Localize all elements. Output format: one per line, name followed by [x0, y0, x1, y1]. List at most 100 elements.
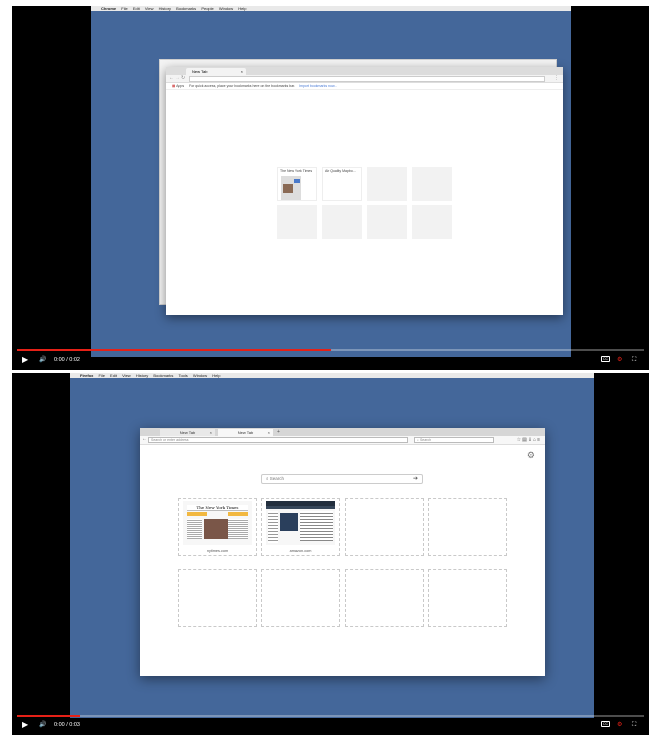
menu-view[interactable]: View — [145, 6, 154, 11]
tab-new-tab-2[interactable]: New Tab × — [218, 429, 273, 436]
video-player-bottom[interactable]: Firefox File Edit View History Bookmarks… — [12, 373, 649, 735]
search-bar[interactable]: ⌕ Search — [414, 437, 494, 443]
tile-thumbnail: The New York Times — [183, 501, 252, 545]
tile-empty — [428, 498, 507, 556]
fullscreen-icon[interactable]: ⛶ — [632, 720, 636, 730]
newtab-search-input[interactable]: ⌕ Search ➔ — [261, 474, 423, 484]
menu-file[interactable]: File — [121, 6, 127, 11]
menu-view[interactable]: View — [122, 373, 131, 378]
menu-tools[interactable]: Tools — [178, 373, 187, 378]
play-icon[interactable]: ▶ — [22, 355, 28, 365]
bookmarks-hint: For quick access, place your bookmarks h… — [189, 84, 296, 88]
tile-name: amazon.com — [289, 549, 312, 553]
desktop: Chrome File Edit View History Bookmarks … — [91, 6, 571, 357]
tile-empty — [367, 167, 407, 201]
tile-name: nytimes.com — [206, 549, 229, 553]
tile-label: The New York Times — [280, 169, 313, 173]
progress-bar[interactable] — [17, 349, 644, 351]
chrome-toolbar: ← → ↻ ⋮ — [166, 75, 563, 83]
search-bar-placeholder: Search — [419, 438, 432, 442]
tile-empty — [261, 569, 340, 627]
tab-title: New Tab — [179, 430, 196, 435]
back-icon[interactable]: ← — [169, 75, 174, 81]
close-tab-icon[interactable]: × — [210, 429, 212, 436]
firefox-toolbar: ← Search or enter address ⌕ Search ☆▤⇓⌂≡ — [140, 436, 545, 445]
tab-title: New Tab — [237, 430, 254, 435]
omnibox[interactable] — [189, 76, 545, 82]
play-icon[interactable]: ▶ — [22, 720, 28, 730]
chrome-window: New Tab × ← → ↻ ⋮ ▦ Apps For quick acces… — [166, 67, 563, 315]
nyt-masthead: The New York Times — [187, 505, 248, 511]
firefox-tab-bar: New Tab × New Tab × + — [140, 428, 545, 443]
tile-empty — [178, 569, 257, 627]
tile-amazon[interactable]: amazon.com — [261, 498, 340, 556]
cc-icon[interactable]: CC — [601, 720, 610, 730]
menu-window[interactable]: Window — [219, 6, 233, 11]
settings-icon[interactable]: ⚙ — [617, 720, 622, 730]
tile-thumbnail — [281, 176, 301, 200]
time-display: 0:00 / 0:02 — [54, 357, 80, 363]
menu-people[interactable]: People — [201, 6, 213, 11]
tile-nytimes[interactable]: The New York Times nytimes.com — [178, 498, 257, 556]
time-display: 0:00 / 0:03 — [54, 722, 80, 728]
video-player-top[interactable]: Chrome File Edit View History Bookmarks … — [12, 6, 649, 370]
progress-fill — [17, 349, 331, 351]
fullscreen-icon[interactable]: ⛶ — [632, 355, 636, 365]
tab-title: New Tab — [192, 69, 208, 74]
menu-edit[interactable]: Edit — [110, 373, 117, 378]
menu-help[interactable]: Help — [238, 6, 246, 11]
menu-bookmarks[interactable]: Bookmarks — [153, 373, 173, 378]
forward-icon[interactable]: → — [175, 75, 180, 81]
tile-empty — [412, 205, 452, 239]
tile-thumbnail — [266, 501, 335, 545]
tile-empty — [428, 569, 507, 627]
tile-empty — [322, 205, 362, 239]
player-controls: ▶ 🔊 0:00 / 0:03 CC ⚙ ⛶ — [12, 718, 649, 732]
menu-window[interactable]: Window — [193, 373, 207, 378]
volume-icon[interactable]: 🔊 — [39, 355, 46, 365]
tile-empty — [412, 167, 452, 201]
tile-empty — [345, 498, 424, 556]
menu-firefox[interactable]: Firefox — [80, 373, 93, 378]
toolbar-icons: ☆▤⇓⌂≡ — [517, 437, 541, 443]
tile-label: Air Quality Mapbo... — [325, 169, 356, 173]
menu-bookmarks[interactable]: Bookmarks — [176, 6, 196, 11]
menu-file[interactable]: File — [98, 373, 104, 378]
back-icon[interactable]: ← — [142, 436, 147, 442]
newtab-search-placeholder: Search — [269, 476, 285, 481]
tile-nytimes[interactable]: The New York Times — [277, 167, 317, 201]
volume-icon[interactable]: 🔊 — [39, 720, 46, 730]
tile-empty — [277, 205, 317, 239]
reload-icon[interactable]: ↻ — [181, 75, 185, 81]
mac-menubar: Firefox File Edit View History Bookmarks… — [70, 373, 594, 378]
menu-history[interactable]: History — [159, 6, 171, 11]
chrome-tab-bar: New Tab × — [166, 67, 563, 82]
menu-icon[interactable]: ⋮ — [554, 75, 559, 81]
menu-history[interactable]: History — [136, 373, 148, 378]
hamburger-menu-icon[interactable]: ≡ — [537, 437, 541, 443]
customize-gear-icon[interactable]: ⚙ — [527, 450, 535, 461]
tile-empty — [345, 569, 424, 627]
address-bar[interactable]: Search or enter address — [148, 437, 408, 443]
firefox-window: New Tab × New Tab × + ← Search or enter … — [140, 428, 545, 676]
mac-menubar: Chrome File Edit View History Bookmarks … — [91, 6, 571, 11]
settings-icon[interactable]: ⚙ — [617, 355, 622, 365]
menu-help[interactable]: Help — [212, 373, 220, 378]
player-controls: ▶ 🔊 0:00 / 0:02 CC ⚙ ⛶ — [12, 353, 649, 367]
close-tab-icon[interactable]: × — [241, 68, 243, 75]
progress-bar[interactable] — [17, 715, 644, 717]
menu-edit[interactable]: Edit — [133, 6, 140, 11]
bookmarks-bar: ▦ Apps For quick access, place your book… — [166, 83, 563, 90]
progress-fill — [17, 715, 80, 717]
cc-icon[interactable]: CC — [601, 355, 610, 365]
new-tab-plus-icon[interactable]: + — [277, 429, 280, 436]
desktop: Firefox File Edit View History Bookmarks… — [70, 373, 594, 718]
import-bookmarks-link[interactable]: Import bookmarks now... — [299, 84, 337, 88]
tile-air-quality[interactable]: Air Quality Mapbo... — [322, 167, 362, 201]
search-go-arrow-icon[interactable]: ➔ — [413, 475, 418, 483]
close-tab-icon[interactable]: × — [268, 429, 270, 436]
menu-chrome[interactable]: Chrome — [101, 6, 116, 11]
tab-new-tab-1[interactable]: New Tab × — [160, 429, 215, 436]
tile-empty — [367, 205, 407, 239]
tab-new-tab[interactable]: New Tab × — [186, 68, 246, 75]
